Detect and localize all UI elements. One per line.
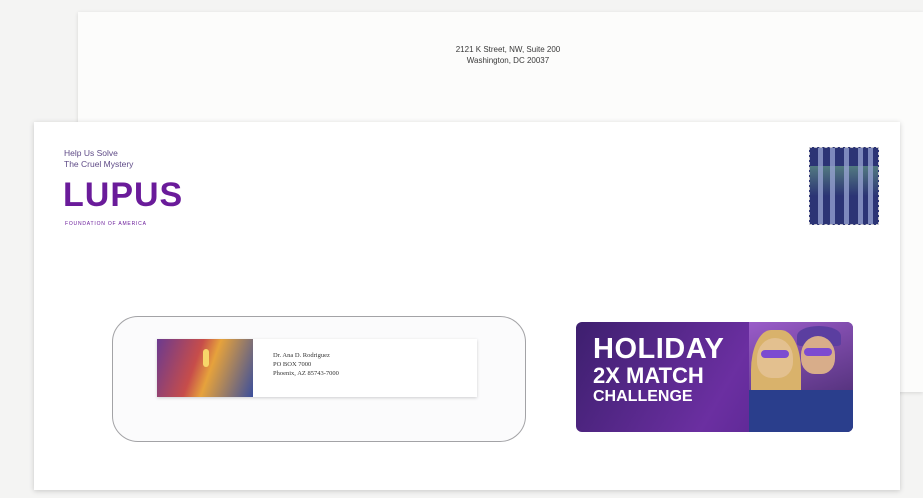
- holiday-match-banner: HOLIDAY 2X MATCH CHALLENGE: [576, 322, 853, 432]
- address-insert: Dr. Ana D. Rodriguez PO BOX 7000 Phoenix…: [157, 339, 477, 397]
- banner-line3: CHALLENGE: [593, 388, 693, 405]
- banner-photo: [749, 322, 853, 432]
- return-address-line2: Washington, DC 20037: [466, 56, 550, 65]
- tagline-line1: Help Us Solve: [64, 148, 118, 158]
- recipient-address: Dr. Ana D. Rodriguez PO BOX 7000 Phoenix…: [273, 351, 339, 378]
- recipient-line3: Phoenix, AZ 85743-7000: [273, 370, 339, 377]
- recipient-line1: Dr. Ana D. Rodriguez: [273, 352, 330, 359]
- winter-forest-stamp-icon: [809, 147, 879, 225]
- logo-subtitle: FOUNDATION OF AMERICA: [65, 221, 147, 227]
- holiday-candle-photo: [157, 339, 253, 397]
- front-envelope: Help Us Solve The Cruel Mystery LUPUS FO…: [34, 122, 900, 490]
- recipient-line2: PO BOX 7000: [273, 361, 312, 368]
- return-address-line1: 2121 K Street, NW, Suite 200: [455, 45, 561, 54]
- banner-line2: 2X MATCH: [593, 363, 704, 388]
- address-window: Dr. Ana D. Rodriguez PO BOX 7000 Phoenix…: [112, 316, 526, 442]
- banner-text: HOLIDAY 2X MATCH CHALLENGE: [593, 334, 724, 407]
- tagline-line2: The Cruel Mystery: [64, 159, 134, 169]
- tagline: Help Us Solve The Cruel Mystery: [64, 148, 133, 170]
- return-address: 2121 K Street, NW, Suite 200 Washington,…: [378, 44, 638, 66]
- lupus-logo: LUPUS: [63, 176, 184, 214]
- banner-line1: HOLIDAY: [593, 333, 725, 365]
